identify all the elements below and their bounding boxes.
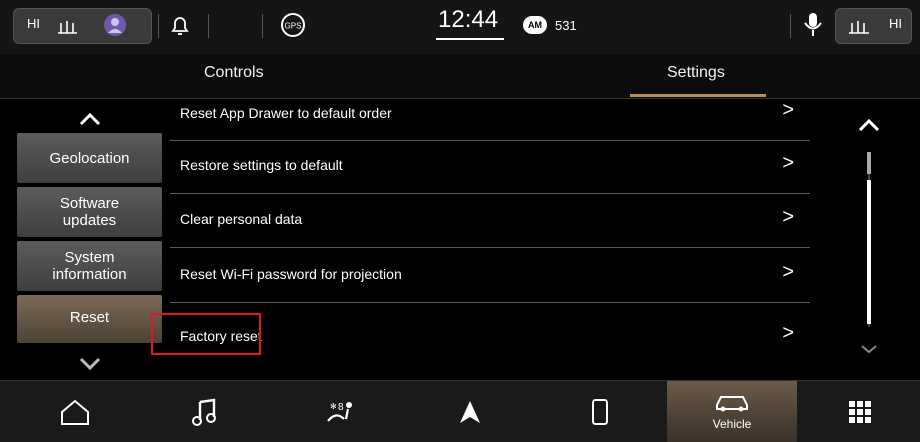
phone-button[interactable] — [555, 381, 645, 442]
sidebar-scroll-down-button[interactable] — [79, 350, 101, 376]
chevron-right-icon: > — [782, 206, 794, 228]
list-item-label: Reset App Drawer to default order — [180, 105, 392, 121]
list-item-label: Clear personal data — [180, 211, 303, 227]
right-heat-level-label: HI — [889, 16, 902, 31]
status-divider — [790, 14, 791, 38]
heated-steering-icon — [849, 21, 869, 34]
music-note-icon — [192, 398, 216, 426]
chevron-down-icon — [861, 345, 877, 354]
chevron-right-icon: > — [782, 99, 794, 121]
microphone-icon[interactable] — [802, 10, 824, 40]
list-item-restore-settings[interactable]: Restore settings to default > — [170, 140, 810, 194]
scrollbar-cap — [867, 152, 871, 174]
app-grid-button[interactable] — [815, 381, 905, 442]
list-scroll-down-button[interactable] — [860, 342, 878, 360]
home-button[interactable] — [30, 381, 120, 442]
clock: 12:44 — [438, 6, 499, 33]
chevron-right-icon: > — [782, 261, 794, 283]
sidebar-item-system-information[interactable]: System information — [17, 241, 162, 291]
tab-controls[interactable]: Controls — [204, 64, 264, 82]
status-divider — [262, 14, 263, 38]
status-bar: HI GPS 12:44 AM 531 HI — [0, 0, 920, 54]
list-item-label: Reset Wi-Fi password for projection — [180, 266, 402, 282]
sidebar-item-label: Geolocation — [49, 149, 130, 167]
list-item-label: Restore settings to default — [180, 157, 343, 173]
gps-icon: GPS — [281, 13, 305, 37]
sidebar-item-label: Software updates — [59, 195, 120, 229]
vehicle-label: Vehicle — [712, 417, 752, 431]
app-grid-icon — [849, 400, 871, 423]
tab-settings[interactable]: Settings — [667, 64, 725, 82]
chevron-down-icon — [79, 357, 101, 371]
home-icon — [61, 399, 89, 425]
radio-band-badge: AM — [523, 16, 547, 34]
status-divider — [158, 14, 159, 38]
chevron-up-icon — [79, 112, 101, 126]
heated-seat-icon[interactable] — [55, 15, 81, 35]
sidebar-item-label: Reset — [69, 309, 110, 326]
list-item-reset-app-drawer[interactable]: Reset App Drawer to default order > — [170, 87, 810, 141]
sidebar-item-geolocation[interactable]: Geolocation — [17, 133, 162, 183]
media-button[interactable] — [160, 381, 250, 442]
radio-station-label[interactable]: 531 — [555, 18, 577, 33]
sidebar-item-label: System information — [52, 249, 127, 283]
vehicle-button[interactable]: Vehicle — [667, 381, 797, 442]
list-item-factory-reset[interactable]: Factory reset > — [170, 304, 810, 357]
chevron-right-icon: > — [782, 322, 794, 344]
sidebar-item-reset[interactable]: Reset — [17, 295, 162, 343]
chevron-right-icon: > — [782, 152, 794, 174]
clock-underline — [436, 38, 504, 40]
climate-button[interactable]: ✻ 8 — [295, 381, 385, 442]
climate-temp-label: 8 — [338, 402, 344, 413]
highlight-box — [151, 313, 261, 355]
driver-profile-icon[interactable] — [102, 12, 128, 38]
bottom-dock: ✻ 8 Vehicle — [0, 380, 920, 442]
list-item-reset-wifi-password[interactable]: Reset Wi-Fi password for projection > — [170, 249, 810, 303]
svg-text:✻: ✻ — [330, 402, 337, 411]
list-scroll-up-button[interactable] — [858, 118, 880, 137]
gps-label: GPS — [285, 22, 302, 31]
sidebar-item-software-updates[interactable]: Software updates — [17, 187, 162, 237]
navigation-button[interactable] — [425, 381, 515, 442]
climate-fan-icon: ✻ 8 — [327, 401, 352, 422]
sidebar-scroll-up-button[interactable] — [79, 106, 101, 132]
status-divider — [208, 14, 209, 38]
left-heat-level-label: HI — [27, 16, 40, 31]
notification-bell-icon[interactable] — [168, 12, 192, 38]
chevron-up-icon — [858, 118, 880, 132]
car-icon — [716, 396, 748, 412]
phone-icon — [592, 398, 608, 425]
list-item-clear-personal-data[interactable]: Clear personal data > — [170, 194, 810, 248]
scrollbar-thumb[interactable] — [867, 180, 871, 324]
navigation-arrow-icon — [460, 400, 480, 423]
